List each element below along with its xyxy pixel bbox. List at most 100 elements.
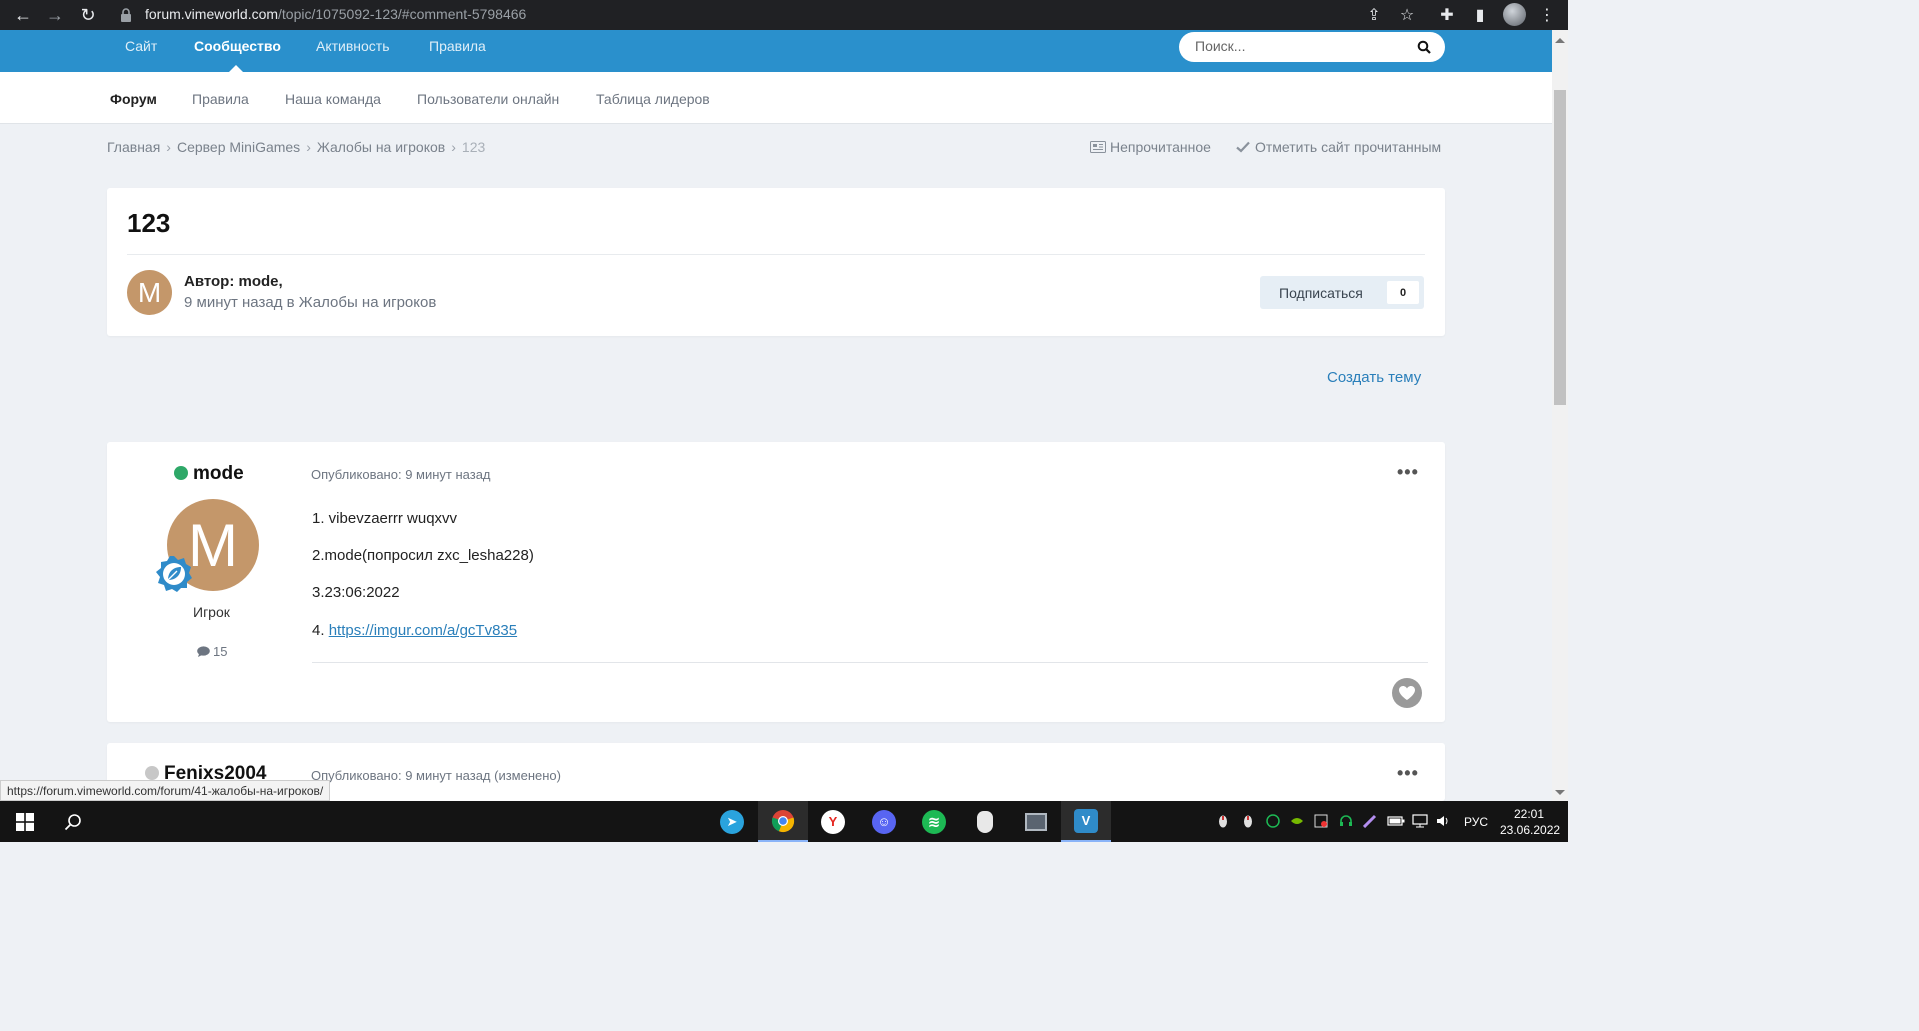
breadcrumb-separator: › xyxy=(451,139,456,155)
tab-site[interactable]: Сайт xyxy=(125,38,157,54)
breadcrumb-separator: › xyxy=(306,139,311,155)
scroll-up-icon[interactable] xyxy=(1555,38,1565,43)
subscribe-label: Подписаться xyxy=(1279,285,1363,301)
active-tab-caret xyxy=(229,65,243,72)
topic-forum-link[interactable]: Жалобы на игроков xyxy=(299,294,437,311)
address-bar[interactable]: forum.vimeworld.com/topic/1075092-123/#c… xyxy=(145,6,526,22)
forward-icon[interactable]: → xyxy=(40,0,70,30)
taskbar-search[interactable] xyxy=(48,801,98,842)
terminal-icon xyxy=(1025,812,1047,831)
link-status-bubble: https://forum.vimeworld.com/forum/41-жал… xyxy=(0,780,331,801)
post-line-link: 4. https://imgur.com/a/gcTv835 xyxy=(312,622,517,639)
create-topic-link[interactable]: Создать тему xyxy=(1327,369,1421,386)
taskbar-chrome[interactable] xyxy=(758,801,808,842)
topic-meta: 9 минут назад в Жалобы на игроков xyxy=(184,294,436,311)
divider xyxy=(312,662,1428,663)
tab-rules[interactable]: Правила xyxy=(429,38,486,54)
taskbar-terminal[interactable] xyxy=(1011,801,1061,842)
heart-icon xyxy=(1399,686,1415,700)
system-clock[interactable]: 22:01 23.06.2022 xyxy=(1500,806,1561,838)
tray-pen-icon[interactable] xyxy=(1363,814,1377,828)
subscribe-button[interactable]: Подписаться 0 xyxy=(1260,276,1424,309)
url-path: /topic/1075092-123/#comment-5798466 xyxy=(278,6,527,22)
subnav-online-users[interactable]: Пользователи онлайн xyxy=(417,91,559,107)
network-icon[interactable] xyxy=(1412,814,1428,828)
search-icon xyxy=(64,813,81,830)
tray-nvidia-icon[interactable] xyxy=(1290,814,1304,828)
taskbar-discord[interactable]: ☺ xyxy=(859,801,909,842)
post-author[interactable]: mode xyxy=(174,463,244,485)
tray-razer-icon[interactable] xyxy=(1266,814,1280,828)
tab-community[interactable]: Сообщество xyxy=(194,38,281,54)
tab-activity[interactable]: Активность xyxy=(316,38,390,54)
reload-icon[interactable]: ↻ xyxy=(73,0,103,30)
taskbar-yandex[interactable]: Y xyxy=(808,801,858,842)
comment-icon xyxy=(197,646,210,657)
tray-headset-icon[interactable] xyxy=(1339,814,1353,828)
url-host: forum.vimeworld.com xyxy=(145,6,279,22)
post-card: mode M Игрок 15 Опубликовано: 9 минут на… xyxy=(107,442,1445,722)
online-status-icon xyxy=(174,466,188,480)
windows-logo-icon xyxy=(16,812,34,831)
post-options-icon[interactable]: ••• xyxy=(1397,462,1419,483)
tray-mouse-icon[interactable] xyxy=(1216,814,1230,828)
breadcrumb-complaints[interactable]: Жалобы на игроков xyxy=(317,139,445,155)
share-icon[interactable]: ⇪ xyxy=(1363,4,1385,26)
tray-mouse-icon[interactable] xyxy=(1241,814,1255,828)
link-prefix: 4. xyxy=(312,622,329,639)
post-count-value: 15 xyxy=(213,644,228,659)
telegram-icon: ➤ xyxy=(720,809,744,834)
sub-navigation: Форум Правила Наша команда Пользователи … xyxy=(0,72,1552,124)
scrollbar-thumb[interactable] xyxy=(1554,90,1566,405)
menu-kebab-icon[interactable]: ⋮ xyxy=(1536,4,1558,26)
tray-network-icon[interactable] xyxy=(1314,814,1328,828)
search-input[interactable] xyxy=(1195,38,1415,54)
subnav-forum[interactable]: Форум xyxy=(110,91,157,107)
side-panel-icon[interactable]: ▮ xyxy=(1469,4,1491,26)
mark-read-label: Отметить сайт прочитанным xyxy=(1255,139,1442,155)
back-icon[interactable]: ← xyxy=(8,0,38,30)
topic-author[interactable]: Автор: mode, xyxy=(184,273,283,290)
post-line: 1. vibevzaerrr wuqxvv xyxy=(312,510,458,527)
extensions-puzzle-icon[interactable]: ✚ xyxy=(1436,4,1458,26)
taskbar-spotify[interactable]: ≋ xyxy=(909,801,959,842)
breadcrumb-current: 123 xyxy=(461,139,486,155)
post-options-icon[interactable]: ••• xyxy=(1397,763,1419,784)
taskbar-vimeworld[interactable]: V xyxy=(1061,801,1111,842)
page-scrollbar[interactable] xyxy=(1552,30,1568,801)
subnav-rules[interactable]: Правила xyxy=(192,91,249,107)
avatar[interactable]: M xyxy=(127,270,172,315)
breadcrumb: Главная › Сервер MiniGames › Жалобы на игрок… xyxy=(107,139,485,155)
taskbar-mouse-app[interactable] xyxy=(960,801,1010,842)
battery-icon[interactable] xyxy=(1387,814,1405,828)
divider xyxy=(127,254,1425,255)
rank-badge-icon xyxy=(156,556,192,592)
yandex-icon: Y xyxy=(821,809,845,834)
language-indicator[interactable]: РУС xyxy=(1464,815,1488,829)
like-button[interactable] xyxy=(1392,678,1422,708)
profile-avatar[interactable] xyxy=(1503,3,1526,26)
start-button[interactable] xyxy=(0,801,50,842)
breadcrumb-separator: › xyxy=(166,139,171,155)
bookmark-star-icon[interactable]: ☆ xyxy=(1396,4,1418,26)
search-icon[interactable] xyxy=(1417,40,1431,54)
unread-link[interactable]: Непрочитанное xyxy=(1090,139,1211,155)
lock-icon[interactable] xyxy=(120,8,132,22)
post-count[interactable]: 15 xyxy=(197,644,227,659)
newspaper-icon xyxy=(1090,141,1106,153)
subnav-leaderboard[interactable]: Таблица лидеров xyxy=(596,91,710,107)
clock-date: 23.06.2022 xyxy=(1500,823,1561,837)
clock-time: 22:01 xyxy=(1513,807,1545,821)
scroll-down-icon[interactable] xyxy=(1555,790,1565,795)
post-date[interactable]: Опубликовано: 9 минут назад (изменено) xyxy=(311,768,561,783)
topic-time: 9 минут назад xyxy=(184,294,283,311)
taskbar-telegram[interactable]: ➤ xyxy=(707,801,757,842)
post-link[interactable]: https://imgur.com/a/gcTv835 xyxy=(329,622,517,639)
breadcrumb-server[interactable]: Сервер MiniGames xyxy=(177,139,300,155)
post-date[interactable]: Опубликовано: 9 минут назад xyxy=(311,467,491,482)
volume-icon[interactable] xyxy=(1436,814,1450,828)
breadcrumb-home[interactable]: Главная xyxy=(107,139,160,155)
unread-label: Непрочитанное xyxy=(1110,139,1211,155)
subnav-team[interactable]: Наша команда xyxy=(285,91,381,107)
mark-read-link[interactable]: Отметить сайт прочитанным xyxy=(1236,139,1441,155)
